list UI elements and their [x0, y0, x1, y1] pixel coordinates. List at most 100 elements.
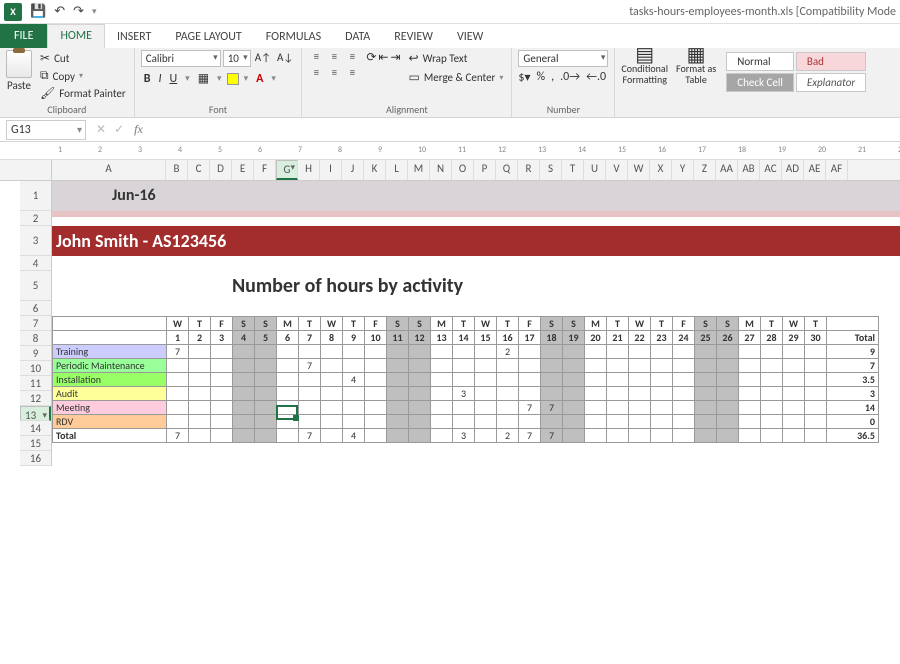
data-cell[interactable]: [167, 387, 189, 401]
row-header-4[interactable]: 4: [20, 256, 51, 271]
data-cell[interactable]: [343, 387, 365, 401]
column-header-R[interactable]: R: [518, 160, 540, 180]
row-header-15[interactable]: 15: [20, 436, 51, 451]
data-cell[interactable]: [695, 359, 717, 373]
data-cell[interactable]: [343, 345, 365, 359]
tab-home[interactable]: HOME: [47, 24, 105, 48]
data-cell[interactable]: [365, 401, 387, 415]
data-cell[interactable]: [717, 387, 739, 401]
data-cell[interactable]: [255, 387, 277, 401]
border-button[interactable]: ▦: [195, 70, 212, 87]
data-cell[interactable]: [167, 373, 189, 387]
data-cell[interactable]: [453, 345, 475, 359]
bold-button[interactable]: B: [141, 71, 154, 87]
format-painter-button[interactable]: 🖌Format Painter: [38, 85, 128, 102]
column-header-P[interactable]: P: [474, 160, 496, 180]
data-cell[interactable]: [277, 387, 299, 401]
data-cell[interactable]: [387, 359, 409, 373]
wrap-text-button[interactable]: ↩Wrap Text: [407, 50, 506, 67]
row-header-5[interactable]: 5: [20, 271, 51, 301]
shrink-font-button[interactable]: A↓: [275, 50, 295, 67]
data-cell[interactable]: [541, 373, 563, 387]
data-cell[interactable]: [497, 359, 519, 373]
align-top-button[interactable]: ≡: [308, 50, 324, 63]
data-cell[interactable]: [431, 345, 453, 359]
grid-area[interactable]: Jun-16John Smith - AS123456Number of hou…: [52, 181, 900, 466]
number-format-select[interactable]: General: [518, 50, 608, 67]
data-cell[interactable]: [431, 359, 453, 373]
data-cell[interactable]: [585, 373, 607, 387]
undo-icon[interactable]: ↶: [54, 4, 65, 19]
row-header-14[interactable]: 14: [20, 421, 51, 436]
row-header-6[interactable]: 6: [20, 301, 51, 316]
paste-button[interactable]: Paste: [6, 50, 32, 92]
merge-center-button[interactable]: ▭Merge & Center▾: [407, 69, 506, 86]
data-cell[interactable]: [343, 401, 365, 415]
align-right-button[interactable]: ≡: [344, 66, 360, 79]
data-cell[interactable]: [629, 401, 651, 415]
data-cell[interactable]: [805, 387, 827, 401]
data-cell[interactable]: [189, 373, 211, 387]
data-cell[interactable]: [387, 373, 409, 387]
data-cell[interactable]: [629, 387, 651, 401]
data-cell[interactable]: [805, 359, 827, 373]
data-cell[interactable]: [321, 373, 343, 387]
data-cell[interactable]: [365, 359, 387, 373]
column-header-AD[interactable]: AD: [782, 160, 804, 180]
data-cell[interactable]: [563, 387, 585, 401]
data-cell[interactable]: [387, 345, 409, 359]
align-bottom-button[interactable]: ≡: [344, 50, 360, 63]
data-cell[interactable]: [761, 345, 783, 359]
row-header-12[interactable]: 12: [20, 391, 51, 406]
column-header-O[interactable]: O: [452, 160, 474, 180]
data-cell[interactable]: [255, 359, 277, 373]
data-cell[interactable]: [541, 415, 563, 429]
tab-file[interactable]: FILE: [0, 24, 47, 48]
tab-data[interactable]: DATA: [333, 26, 382, 48]
column-header-F[interactable]: F: [254, 160, 276, 180]
data-cell[interactable]: [673, 387, 695, 401]
data-cell[interactable]: [783, 373, 805, 387]
data-cell[interactable]: 2: [497, 345, 519, 359]
column-header-C[interactable]: C: [188, 160, 210, 180]
data-cell[interactable]: [189, 345, 211, 359]
tab-insert[interactable]: INSERT: [105, 26, 163, 48]
data-cell[interactable]: [321, 401, 343, 415]
data-cell[interactable]: [365, 345, 387, 359]
data-cell[interactable]: [255, 415, 277, 429]
data-cell[interactable]: [277, 401, 299, 415]
data-cell[interactable]: [475, 387, 497, 401]
data-cell[interactable]: [651, 359, 673, 373]
cut-button[interactable]: ✂Cut: [38, 50, 128, 67]
font-size-select[interactable]: 10: [223, 50, 251, 67]
data-cell[interactable]: [607, 373, 629, 387]
fill-color-button[interactable]: [227, 73, 239, 85]
data-cell[interactable]: [211, 401, 233, 415]
data-cell[interactable]: [321, 415, 343, 429]
data-cell[interactable]: [761, 401, 783, 415]
data-cell[interactable]: [739, 401, 761, 415]
data-cell[interactable]: [541, 345, 563, 359]
data-cell[interactable]: [409, 415, 431, 429]
data-cell[interactable]: [717, 359, 739, 373]
data-cell[interactable]: [585, 359, 607, 373]
data-cell[interactable]: [673, 373, 695, 387]
data-cell[interactable]: [783, 345, 805, 359]
column-header-T[interactable]: T: [562, 160, 584, 180]
tab-review[interactable]: REVIEW: [382, 26, 445, 48]
column-header-N[interactable]: N: [430, 160, 452, 180]
data-cell[interactable]: [453, 373, 475, 387]
redo-icon[interactable]: ↷: [73, 4, 84, 19]
column-header-Y[interactable]: Y: [672, 160, 694, 180]
data-cell[interactable]: 4: [343, 373, 365, 387]
column-header-K[interactable]: K: [364, 160, 386, 180]
align-left-button[interactable]: ≡: [308, 66, 324, 79]
data-cell[interactable]: [189, 415, 211, 429]
data-cell[interactable]: [255, 401, 277, 415]
column-header-AC[interactable]: AC: [760, 160, 782, 180]
data-cell[interactable]: [277, 415, 299, 429]
tab-page-layout[interactable]: PAGE LAYOUT: [163, 26, 253, 48]
data-cell[interactable]: [695, 373, 717, 387]
data-cell[interactable]: [475, 373, 497, 387]
data-cell[interactable]: [431, 401, 453, 415]
